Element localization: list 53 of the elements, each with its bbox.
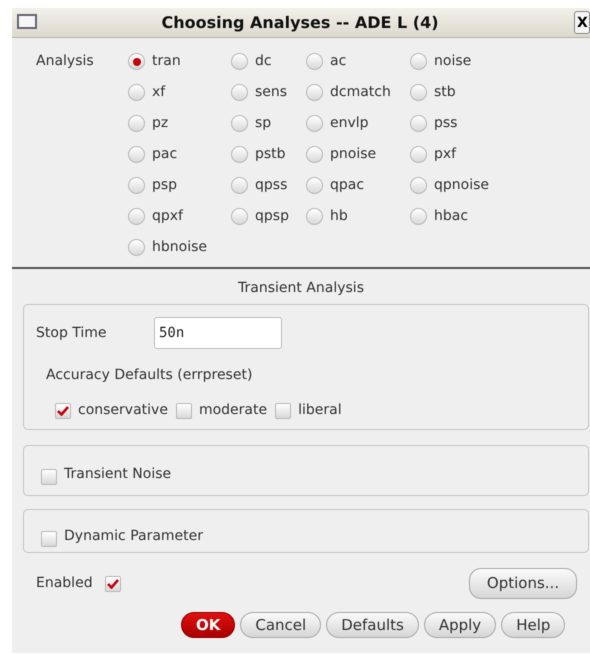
radio-option[interactable]: dc [231, 46, 306, 77]
dialog-button[interactable]: Defaults [326, 612, 419, 638]
radio-option[interactable]: pac [128, 139, 231, 170]
check-icon [106, 578, 119, 588]
checkbox[interactable] [41, 531, 57, 547]
checkbox[interactable] [176, 402, 192, 418]
dialog-button[interactable]: Cancel [240, 612, 322, 638]
close-button[interactable]: X [574, 11, 590, 34]
radio-option[interactable]: qpss [231, 170, 306, 201]
radio-option[interactable]: xf [128, 77, 231, 108]
radio-option[interactable]: pss [410, 108, 520, 139]
radio-option[interactable]: hbac [410, 201, 520, 232]
accuracy-label: Accuracy Defaults (errpreset) [46, 366, 254, 385]
radio-option[interactable]: noise [410, 46, 520, 77]
dialog-button[interactable]: Help [501, 612, 566, 638]
checkbox[interactable] [104, 576, 121, 592]
radio-option[interactable]: qpsp [231, 201, 306, 232]
radio-option[interactable]: hbnoise [128, 232, 231, 263]
radio-option[interactable]: ac [306, 46, 410, 77]
enabled-label: Enabled [36, 574, 93, 593]
radio-option[interactable]: pxf [410, 139, 520, 170]
radio-option[interactable]: psp [128, 170, 231, 201]
stop-time-field[interactable]: 50n [154, 317, 282, 349]
radio-option[interactable]: sens [231, 77, 306, 108]
radio-option[interactable]: pz [128, 108, 231, 139]
radio-option[interactable]: stb [410, 77, 520, 108]
checkbox-label: Dynamic Parameter [64, 527, 204, 546]
window-title: Choosing Analyses -- ADE L (4) [160, 12, 440, 34]
stop-time-label: Stop Time [36, 324, 108, 342]
checkbox-label: conservative [78, 401, 168, 420]
radio-option[interactable]: hb [306, 201, 410, 232]
dialog-button[interactable]: Apply [424, 612, 496, 638]
checkbox[interactable] [41, 469, 57, 485]
radio-option[interactable]: sp [231, 108, 306, 139]
radio-option[interactable]: envlp [306, 108, 410, 139]
options-button[interactable]: Options... [469, 568, 577, 599]
checkbox-label: Transient Noise [64, 465, 172, 484]
radio-option[interactable]: qpac [306, 170, 410, 201]
radio-option[interactable]: pnoise [306, 139, 410, 170]
check-icon [57, 406, 69, 416]
section-title: Transient Analysis [237, 279, 365, 298]
checkbox[interactable] [275, 402, 292, 418]
ok-button[interactable]: OK [181, 612, 236, 638]
radio-option[interactable]: qpxf [128, 201, 231, 232]
radio-option[interactable]: pstb [231, 139, 306, 170]
analysis-label: Analysis [35, 52, 95, 71]
checkbox-label: liberal [298, 401, 342, 420]
radio-option[interactable]: qpnoise [410, 170, 520, 201]
checkbox-label: moderate [198, 401, 268, 420]
radio-option[interactable]: tran [128, 46, 231, 77]
window-icon [17, 14, 37, 29]
radio-option[interactable]: dcmatch [306, 77, 410, 108]
checkbox[interactable] [55, 402, 71, 418]
